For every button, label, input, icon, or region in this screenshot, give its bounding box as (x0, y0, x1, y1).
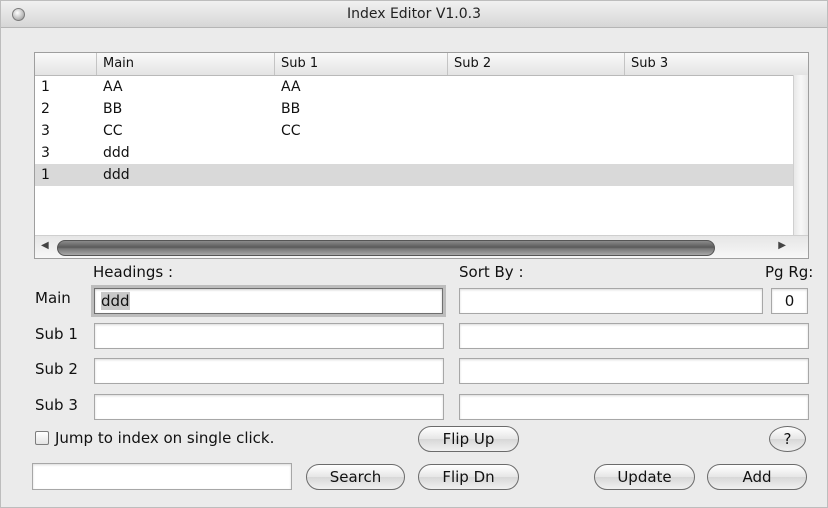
table-cell (625, 120, 800, 142)
jump-to-index-checkbox[interactable] (35, 431, 49, 445)
sub3-heading-input[interactable] (94, 394, 444, 420)
column-header-sub1[interactable]: Sub 1 (275, 53, 448, 75)
main-heading-value: ddd (101, 292, 130, 310)
sub2-heading-input[interactable] (94, 358, 444, 384)
jump-to-index-label[interactable]: Jump to index on single click. (55, 429, 274, 447)
column-header-sub2[interactable]: Sub 2 (448, 53, 625, 75)
table-cell: ddd (103, 145, 130, 161)
table-row[interactable]: 2 BB BB (35, 98, 795, 120)
table-cell (448, 120, 625, 142)
table-cell (448, 98, 625, 120)
index-editor-window: Index Editor V1.0.3 Main Sub 1 Sub 2 Sub… (0, 0, 828, 508)
column-header-sub3[interactable]: Sub 3 (625, 53, 800, 75)
horizontal-scrollbar[interactable]: ◀ ▶ (35, 235, 808, 258)
table-cell (625, 164, 800, 186)
table-cell: 3 (41, 123, 50, 139)
table-row[interactable]: 1 AA AA (35, 76, 795, 98)
main-heading-input[interactable]: ddd (94, 288, 443, 314)
table-row[interactable]: 1 ddd (35, 164, 795, 186)
search-button[interactable]: Search (306, 464, 405, 490)
table-body: 1 AA AA 2 BB BB 3 CC CC 3 ddd 1 ddd (35, 76, 795, 186)
table-cell: CC (281, 123, 301, 139)
table-cell (448, 76, 625, 98)
pg-rg-label: Pg Rg: (765, 263, 814, 281)
index-table[interactable]: Main Sub 1 Sub 2 Sub 3 1 AA AA 2 BB BB 3 CC CC 3 d… (34, 52, 809, 259)
add-button[interactable]: Add (707, 464, 807, 490)
horizontal-scroll-thumb[interactable] (57, 240, 715, 256)
headings-label: Headings : (93, 263, 174, 281)
table-cell: 1 (41, 167, 50, 183)
title-bar[interactable]: Index Editor V1.0.3 (1, 1, 827, 28)
vertical-scrollbar[interactable] (793, 75, 808, 235)
table-cell (275, 164, 448, 186)
table-cell (448, 142, 625, 164)
sub1-row-label: Sub 1 (35, 325, 78, 343)
table-cell (625, 98, 800, 120)
flip-up-button[interactable]: Flip Up (418, 426, 519, 452)
sub1-heading-input[interactable] (94, 323, 444, 349)
table-cell (275, 142, 448, 164)
table-row[interactable]: 3 CC CC (35, 120, 795, 142)
window-title: Index Editor V1.0.3 (346, 6, 482, 22)
table-cell: AA (281, 79, 301, 95)
flip-dn-button[interactable]: Flip Dn (418, 464, 519, 490)
table-cell: 1 (41, 79, 50, 95)
table-cell: CC (103, 123, 123, 139)
main-sort-input[interactable] (459, 288, 763, 314)
sub3-sort-input[interactable] (459, 394, 809, 420)
table-cell: BB (103, 101, 123, 117)
sort-by-label: Sort By : (459, 263, 524, 281)
sub3-row-label: Sub 3 (35, 396, 78, 414)
column-header-main[interactable]: Main (97, 53, 275, 75)
help-button[interactable]: ? (769, 426, 806, 452)
sub1-sort-input[interactable] (459, 323, 809, 349)
table-cell (625, 76, 800, 98)
sub2-sort-input[interactable] (459, 358, 809, 384)
table-header: Main Sub 1 Sub 2 Sub 3 (35, 53, 808, 76)
pg-rg-input[interactable] (771, 288, 808, 314)
search-input[interactable] (32, 463, 292, 490)
table-cell: AA (103, 79, 123, 95)
column-header-number[interactable] (35, 53, 97, 75)
table-cell: 3 (41, 145, 50, 161)
scroll-left-arrow-icon[interactable]: ◀ (41, 240, 49, 251)
scroll-right-arrow-icon[interactable]: ▶ (778, 240, 786, 251)
table-cell: BB (281, 101, 301, 117)
table-cell (448, 164, 625, 186)
table-row[interactable]: 3 ddd (35, 142, 795, 164)
sub2-row-label: Sub 2 (35, 360, 78, 378)
update-button[interactable]: Update (594, 464, 695, 490)
table-cell: ddd (103, 167, 130, 183)
table-cell (625, 142, 800, 164)
main-row-label: Main (35, 289, 71, 307)
table-cell: 2 (41, 101, 50, 117)
